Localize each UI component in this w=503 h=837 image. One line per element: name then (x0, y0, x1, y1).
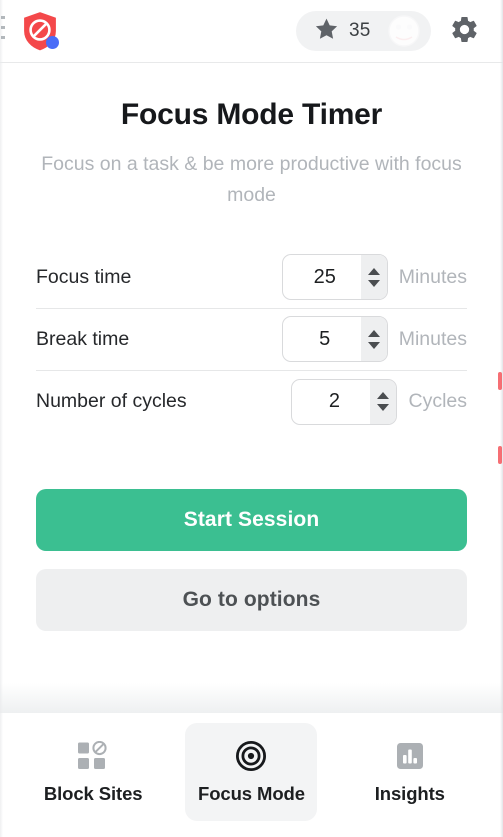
increment-arrow-icon[interactable] (377, 392, 390, 400)
page-behind-artifact (498, 372, 502, 390)
decrement-arrow-icon[interactable] (377, 404, 390, 412)
number-of-cycles-spin-buttons (370, 379, 397, 424)
block-sites-icon (77, 739, 109, 773)
page-behind-artifact (1, 26, 5, 29)
nav-item-block-sites[interactable]: Block Sites (27, 723, 159, 821)
settings-button[interactable] (445, 12, 483, 50)
scroll-fade (0, 683, 503, 713)
popup-body: Focus Mode Timer Focus on a task & be mo… (0, 63, 503, 713)
setting-label: Focus time (36, 265, 132, 288)
points-count: 35 (349, 20, 371, 41)
gear-icon (449, 14, 480, 48)
decrement-arrow-icon[interactable] (367, 341, 380, 349)
page-subtitle: Focus on a task & be more productive wit… (41, 153, 462, 206)
logo-notification-badge (46, 36, 59, 49)
setting-row-break-time: Break time Minutes (36, 309, 467, 371)
setting-unit: Cycles (408, 390, 467, 413)
star-icon (314, 17, 339, 46)
timer-settings: Focus time Minutes Break time (36, 247, 467, 433)
focus-time-input[interactable] (282, 255, 361, 300)
bar-chart-icon (396, 739, 424, 773)
setting-label: Number of cycles (36, 390, 187, 413)
number-of-cycles-stepper[interactable] (291, 378, 398, 425)
page-behind-artifact (498, 446, 502, 464)
setting-unit: Minutes (398, 327, 467, 350)
page-title: Focus Mode Timer (120, 98, 383, 131)
start-session-button[interactable]: Start Session (36, 488, 467, 551)
page-behind-artifact (1, 16, 5, 19)
header-actions: 35 (296, 11, 483, 51)
popup-header: 35 (0, 0, 503, 63)
setting-unit: Minutes (398, 265, 467, 288)
page-behind-artifact (1, 36, 5, 39)
setting-control: Minutes (281, 316, 467, 363)
setting-control: Minutes (281, 254, 467, 301)
setting-control: Cycles (291, 378, 467, 425)
nav-label: Insights (374, 783, 445, 804)
bottom-navigation: Block Sites Focus Mode Insights (0, 713, 503, 837)
go-to-options-button[interactable]: Go to options (36, 568, 467, 631)
nav-item-insights[interactable]: Insights (344, 723, 476, 821)
app-logo[interactable] (18, 9, 62, 53)
avatar-image (383, 14, 425, 48)
extension-popup: 35 Focus Mode Timer Focus on a task & be… (0, 0, 503, 837)
break-time-stepper[interactable] (281, 316, 388, 363)
action-buttons: Start Session Go to options (36, 488, 467, 631)
focus-time-spin-buttons (360, 255, 387, 300)
decrement-arrow-icon[interactable] (367, 279, 380, 287)
increment-arrow-icon[interactable] (367, 329, 380, 337)
setting-row-number-of-cycles: Number of cycles Cycles (36, 371, 467, 433)
setting-label: Break time (36, 327, 130, 350)
target-icon (235, 739, 267, 773)
nav-label: Focus Mode (198, 783, 305, 804)
nav-item-focus-mode[interactable]: Focus Mode (185, 723, 318, 821)
points-pill[interactable]: 35 (296, 11, 431, 51)
break-time-spin-buttons (360, 317, 387, 362)
focus-time-stepper[interactable] (281, 254, 388, 301)
setting-row-focus-time: Focus time Minutes (36, 247, 467, 309)
increment-arrow-icon[interactable] (367, 267, 380, 275)
break-time-input[interactable] (282, 317, 361, 362)
nav-label: Block Sites (43, 783, 143, 804)
number-of-cycles-input[interactable] (292, 379, 371, 424)
